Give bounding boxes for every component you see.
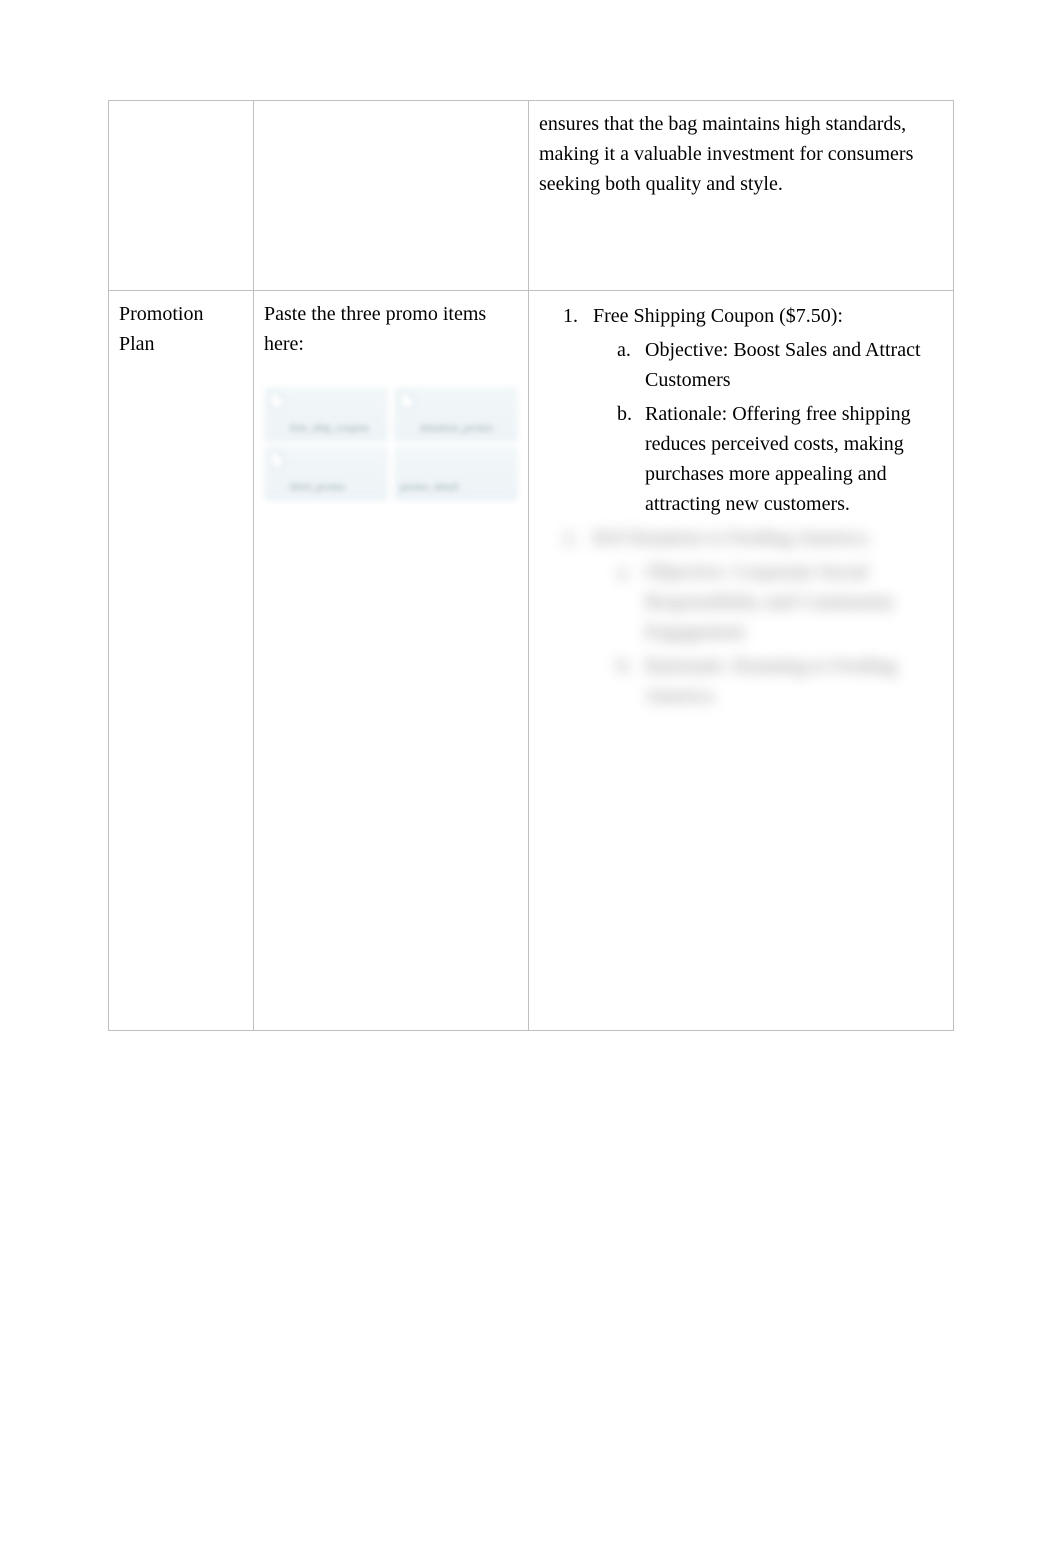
lettered-list: a. Objective: Corporate Social Responsib… <box>593 557 947 711</box>
item-title: $10 Donation to Feeding America: <box>593 527 871 549</box>
thumbnail-label: promo_detail <box>400 479 459 496</box>
body-text: ensures that the bag maintains high stan… <box>539 113 913 195</box>
file-thumbnail: free_ship_coupon <box>264 387 388 442</box>
list-marker: a. <box>617 557 631 587</box>
thumbnail-label: third_promo <box>290 479 345 496</box>
sub-label: Rationale: <box>645 655 727 677</box>
list-marker: b. <box>617 651 632 681</box>
list-marker: b. <box>617 399 632 429</box>
table-row: Promotion Plan Paste the three promo ite… <box>109 291 954 1031</box>
cell-row-label: Promotion Plan <box>109 291 254 1031</box>
cell-empty <box>109 101 254 291</box>
cell-promo-instruction: Paste the three promo items here: free_s… <box>254 291 529 1031</box>
cell-empty <box>254 101 529 291</box>
item-title: Free Shipping Coupon ($7.50): <box>593 305 843 327</box>
list-item-blurred: 2. $10 Donation to Feeding America: a. O… <box>539 523 947 711</box>
list-item: b. Rationale: Offering free shipping red… <box>593 399 947 519</box>
lettered-list: a. Objective: Boost Sales and Attract Cu… <box>593 335 947 519</box>
list-marker: a. <box>617 335 631 365</box>
instruction-text: Paste the three promo items here: <box>264 303 486 355</box>
thumbnail-label: donation_promo <box>420 420 493 437</box>
list-item: a. Objective: Boost Sales and Attract Cu… <box>593 335 947 395</box>
cell-promo-details: 1. Free Shipping Coupon ($7.50): a. Obje… <box>529 291 954 1031</box>
file-thumbnail: third_promo <box>264 446 388 501</box>
content-table: ensures that the bag maintains high stan… <box>108 100 954 1031</box>
promo-thumbnails: free_ship_coupon donation_promo third_pr… <box>264 387 518 501</box>
list-marker: 2. <box>563 523 578 553</box>
list-item: a. Objective: Corporate Social Responsib… <box>593 557 947 647</box>
table-row: ensures that the bag maintains high stan… <box>109 101 954 291</box>
list-item: 1. Free Shipping Coupon ($7.50): a. Obje… <box>539 301 947 519</box>
sub-label: Objective: <box>645 339 728 361</box>
thumbnail-label: free_ship_coupon <box>290 420 369 437</box>
list-marker: 1. <box>563 301 578 331</box>
sub-text: Donating to <box>732 655 827 677</box>
list-item: b. Rationale: Donating to Feeding Americ… <box>593 651 947 711</box>
sub-label: Objective: <box>645 561 728 583</box>
sub-label: Rationale: <box>645 403 727 425</box>
file-icon <box>270 391 284 409</box>
file-icon <box>270 450 284 468</box>
file-icon <box>400 391 414 409</box>
numbered-list: 1. Free Shipping Coupon ($7.50): a. Obje… <box>539 301 947 711</box>
file-thumbnail: promo_detail <box>394 446 518 501</box>
row-label: Promotion Plan <box>119 303 203 355</box>
file-thumbnail: donation_promo <box>394 387 518 442</box>
document-page: ensures that the bag maintains high stan… <box>0 0 1062 1031</box>
cell-quality-text: ensures that the bag maintains high stan… <box>529 101 954 291</box>
